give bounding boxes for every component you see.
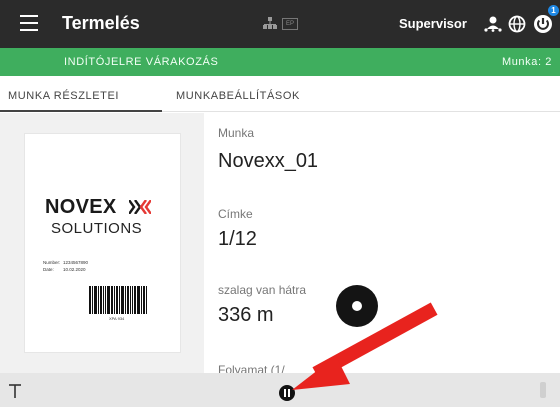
user-name[interactable]: Supervisor bbox=[399, 16, 467, 31]
label-preview-panel: NOVEX SOLUTIONS Number: 1234567890 Date:… bbox=[0, 113, 204, 373]
tab-job-details[interactable]: MUNKA RÉSZLETEI bbox=[8, 90, 119, 102]
novexx-logo-mark bbox=[129, 200, 151, 214]
logo-sub-text: SOLUTIONS bbox=[51, 220, 143, 237]
job-name-label: Munka bbox=[218, 126, 255, 140]
ep-icon: EP bbox=[282, 18, 298, 30]
label-row-key: Number: bbox=[43, 260, 61, 265]
ribbon-remaining-label: szalag van hátra bbox=[218, 283, 307, 297]
barcode bbox=[89, 286, 153, 314]
label-preview[interactable]: NOVEX SOLUTIONS Number: 1234567890 Date:… bbox=[24, 133, 181, 353]
notification-badge: 1 bbox=[548, 5, 559, 16]
active-tab-indicator bbox=[0, 110, 162, 112]
ribbon-remaining-value: 336 m bbox=[218, 304, 274, 326]
status-bar: INDÍTÓJELRE VÁRAKOZÁS Munka: 2 bbox=[0, 48, 560, 76]
top-app-bar: Termelés EP Supervisor 1 bbox=[0, 0, 560, 48]
label-row: Number: 1234567890 bbox=[43, 260, 88, 265]
power-icon[interactable] bbox=[533, 14, 553, 34]
barcode-text: XPA 934 bbox=[109, 316, 125, 321]
globe-icon[interactable] bbox=[508, 15, 526, 33]
scroll-handle[interactable] bbox=[540, 382, 546, 398]
tab-job-settings[interactable]: MUNKABEÁLLÍTÁSOK bbox=[176, 90, 300, 102]
job-name-value: Novexx_01 bbox=[218, 150, 319, 172]
label-count-value: 1/12 bbox=[218, 228, 257, 250]
user-icon[interactable] bbox=[483, 16, 503, 32]
logo-main-text: NOVEX bbox=[45, 196, 117, 218]
status-text: INDÍTÓJELRE VÁRAKOZÁS bbox=[64, 56, 219, 68]
label-row-value: 1234567890 bbox=[63, 260, 89, 265]
label-row: Date: 10.02.2020 bbox=[43, 267, 86, 272]
job-count: Munka: 2 bbox=[501, 56, 552, 68]
red-arrow-annotation bbox=[292, 302, 438, 390]
label-row-key: Date: bbox=[43, 267, 54, 272]
feed-icon[interactable] bbox=[8, 383, 22, 399]
network-icon bbox=[263, 17, 277, 29]
label-count-label: Címke bbox=[218, 207, 253, 221]
menu-icon[interactable] bbox=[20, 15, 38, 31]
app-title: Termelés bbox=[62, 13, 140, 33]
tab-bar: MUNKA RÉSZLETEI MUNKABEÁLLÍTÁSOK bbox=[0, 76, 560, 112]
label-row-value: 10.02.2020 bbox=[63, 267, 86, 272]
